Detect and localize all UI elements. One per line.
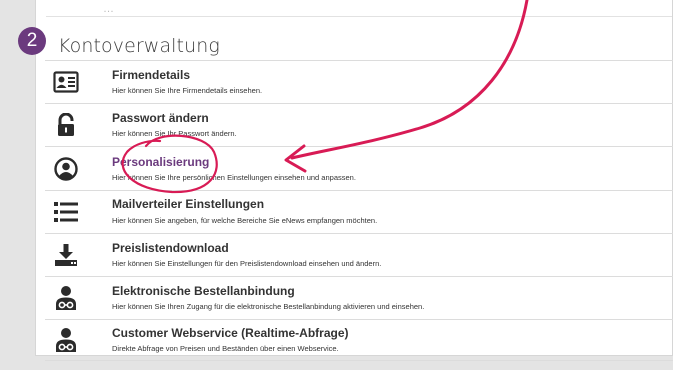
menu-item-title[interactable]: Elektronische Bestellanbindung — [112, 284, 295, 298]
list-icon — [53, 200, 79, 224]
menu-item-customer-webservice[interactable]: Customer Webservice (Realtime-Abfrage) D… — [45, 319, 673, 361]
menu-item-title[interactable]: Mailverteiler Einstellungen — [112, 197, 264, 211]
user-link-icon — [53, 286, 79, 310]
menu-item-personalisierung[interactable]: Personalisierung Hier können Sie Ihre pe… — [45, 146, 673, 190]
menu-item-description: Hier können Sie angeben, für welche Bere… — [112, 216, 378, 225]
section-title: Kontoverwaltung — [58, 35, 220, 57]
menu-item-firmendetails[interactable]: Firmendetails Hier können Sie Ihre Firme… — [45, 60, 673, 103]
download-tray-icon — [53, 243, 79, 267]
menu-item-description: Hier können Sie Ihr Passwort ändern. — [112, 129, 237, 138]
menu-item-description: Hier können Sie Ihren Zugang für die ele… — [112, 302, 425, 311]
menu-item-description: Direkte Abfrage von Preisen und Bestände… — [112, 344, 339, 353]
id-card-icon — [53, 70, 79, 94]
menu-item-mailverteiler[interactable]: Mailverteiler Einstellungen Hier können … — [45, 190, 673, 233]
menu-item-description: Hier können Sie Ihre persönlichen Einste… — [112, 173, 356, 182]
menu-item-bestellanbindung[interactable]: Elektronische Bestellanbindung Hier könn… — [45, 276, 673, 319]
user-link-icon — [53, 328, 79, 352]
menu-item-passwort[interactable]: Passwort ändern Hier können Sie Ihr Pass… — [45, 103, 673, 146]
menu-item-title[interactable]: Personalisierung — [112, 155, 209, 169]
menu-item-title[interactable]: Passwort ändern — [112, 111, 209, 125]
menu-item-title[interactable]: Preislistendownload — [112, 241, 229, 255]
user-circle-icon — [53, 157, 79, 181]
previous-list-item[interactable]: … — [46, 0, 672, 17]
menu-item-preislistendownload[interactable]: Preislistendownload Hier können Sie Eins… — [45, 233, 673, 276]
menu-item-title[interactable]: Customer Webservice (Realtime-Abfrage) — [112, 326, 349, 340]
previous-item-text: … — [103, 3, 114, 15]
menu-item-description: Hier können Sie Einstellungen für den Pr… — [112, 259, 382, 268]
menu-item-description: Hier können Sie Ihre Firmendetails einse… — [112, 86, 263, 95]
unlocked-padlock-icon — [53, 113, 79, 137]
step-number-badge: 2 — [18, 27, 46, 55]
menu-item-title[interactable]: Firmendetails — [112, 68, 190, 82]
